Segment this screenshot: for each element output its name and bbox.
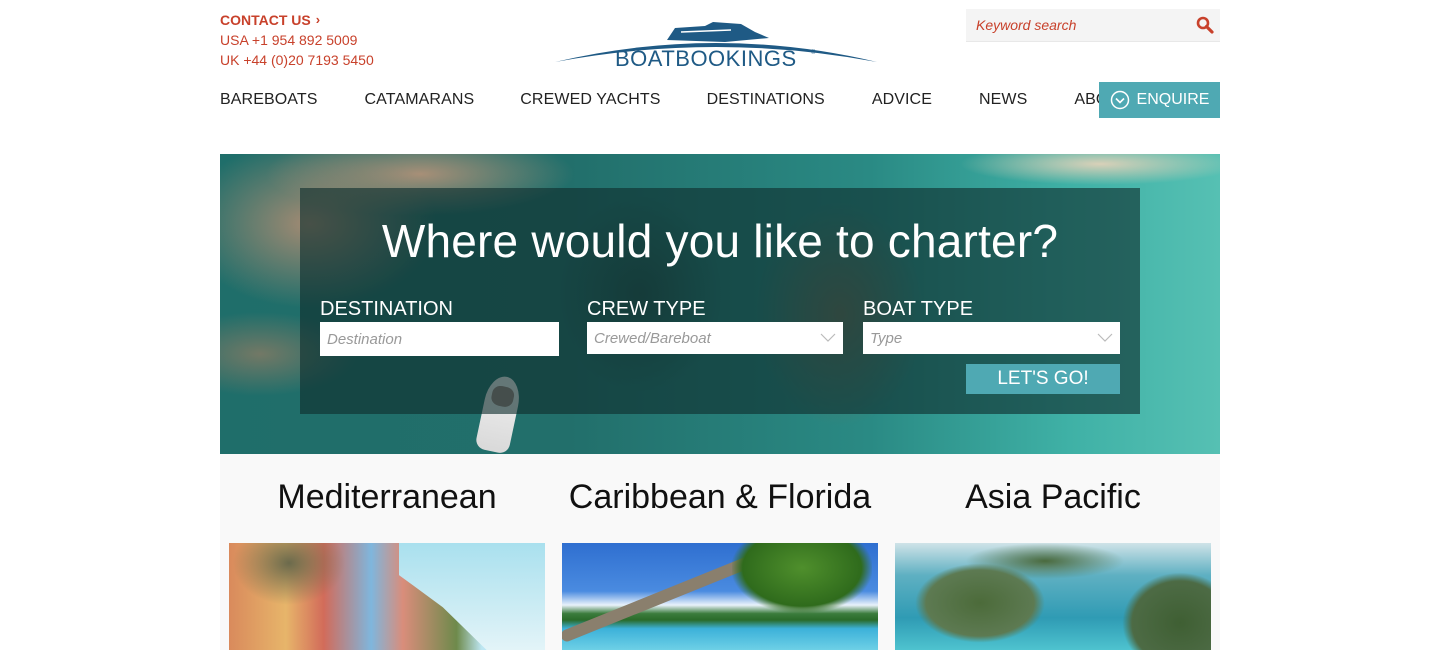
region-image-asia-pacific[interactable]: [895, 543, 1211, 650]
region-image-mediterranean[interactable]: [229, 543, 545, 650]
enquire-label: ENQUIRE: [1136, 91, 1210, 108]
region-card-caribbean-florida[interactable]: Caribbean & Florida: [562, 454, 878, 650]
keyword-search: [966, 9, 1220, 42]
region-card-mediterranean[interactable]: Mediterranean: [229, 454, 545, 650]
logo-graphic: BOATBOOKINGS ®: [555, 22, 877, 71]
boat-type-value: Type: [870, 329, 903, 347]
phone-usa[interactable]: USA +1 954 892 5009: [220, 30, 374, 50]
hero-banner: Where would you like to charter? DESTINA…: [220, 154, 1220, 454]
region-title: Asia Pacific: [965, 478, 1141, 516]
region-title: Caribbean & Florida: [568, 478, 872, 516]
search-icon: [1196, 16, 1214, 34]
contact-us-link[interactable]: CONTACT US ›: [220, 10, 320, 30]
main-nav: BAREBOATS CATAMARANS CREWED YACHTS DESTI…: [220, 82, 1220, 118]
logo-registered-mark: ®: [811, 49, 816, 56]
nav-advice[interactable]: ADVICE: [872, 91, 932, 109]
nav-catamarans[interactable]: CATAMARANS: [365, 91, 475, 109]
boat-type-select[interactable]: Type: [863, 322, 1120, 354]
circle-chevron-down-icon: [1110, 90, 1129, 110]
nav-news[interactable]: NEWS: [979, 91, 1027, 109]
boat-type-label: BOAT TYPE: [863, 298, 974, 320]
region-image-caribbean-florida[interactable]: [562, 543, 878, 650]
regions-section: Mediterranean Caribbean & Florida Asia P…: [220, 454, 1220, 650]
contact-block: CONTACT US › USA +1 954 892 5009 UK +44 …: [220, 10, 374, 70]
search-button[interactable]: [1190, 9, 1220, 41]
chevron-down-icon: [1090, 333, 1120, 343]
chevron-down-icon: [813, 333, 843, 343]
destination-input[interactable]: [320, 330, 559, 348]
crew-type-label: CREW TYPE: [587, 298, 706, 320]
crew-type-select[interactable]: Crewed/Bareboat: [587, 322, 843, 354]
keyword-search-input[interactable]: [966, 9, 1190, 41]
crew-type-value: Crewed/Bareboat: [594, 329, 711, 347]
nav-destinations[interactable]: DESTINATIONS: [707, 91, 825, 109]
enquire-button[interactable]: ENQUIRE: [1099, 82, 1220, 118]
charter-search-panel: Where would you like to charter? DESTINA…: [300, 188, 1140, 414]
nav-crewed-yachts[interactable]: CREWED YACHTS: [520, 91, 660, 109]
region-title: Mediterranean: [277, 478, 497, 516]
hero-title: Where would you like to charter?: [381, 215, 1059, 267]
region-card-asia-pacific[interactable]: Asia Pacific: [895, 454, 1211, 650]
boatbookings-logo[interactable]: BOATBOOKINGS ®: [555, 18, 877, 72]
nav-bareboats[interactable]: BAREBOATS: [220, 91, 318, 109]
lets-go-button[interactable]: LET'S GO!: [966, 364, 1120, 394]
contact-us-label: CONTACT US: [220, 12, 311, 28]
destination-label: DESTINATION: [320, 298, 453, 320]
chevron-right-icon: ›: [315, 12, 321, 27]
destination-field: [320, 322, 559, 356]
logo-text: BOATBOOKINGS: [615, 46, 797, 71]
phone-uk[interactable]: UK +44 (0)20 7193 5450: [220, 50, 374, 70]
